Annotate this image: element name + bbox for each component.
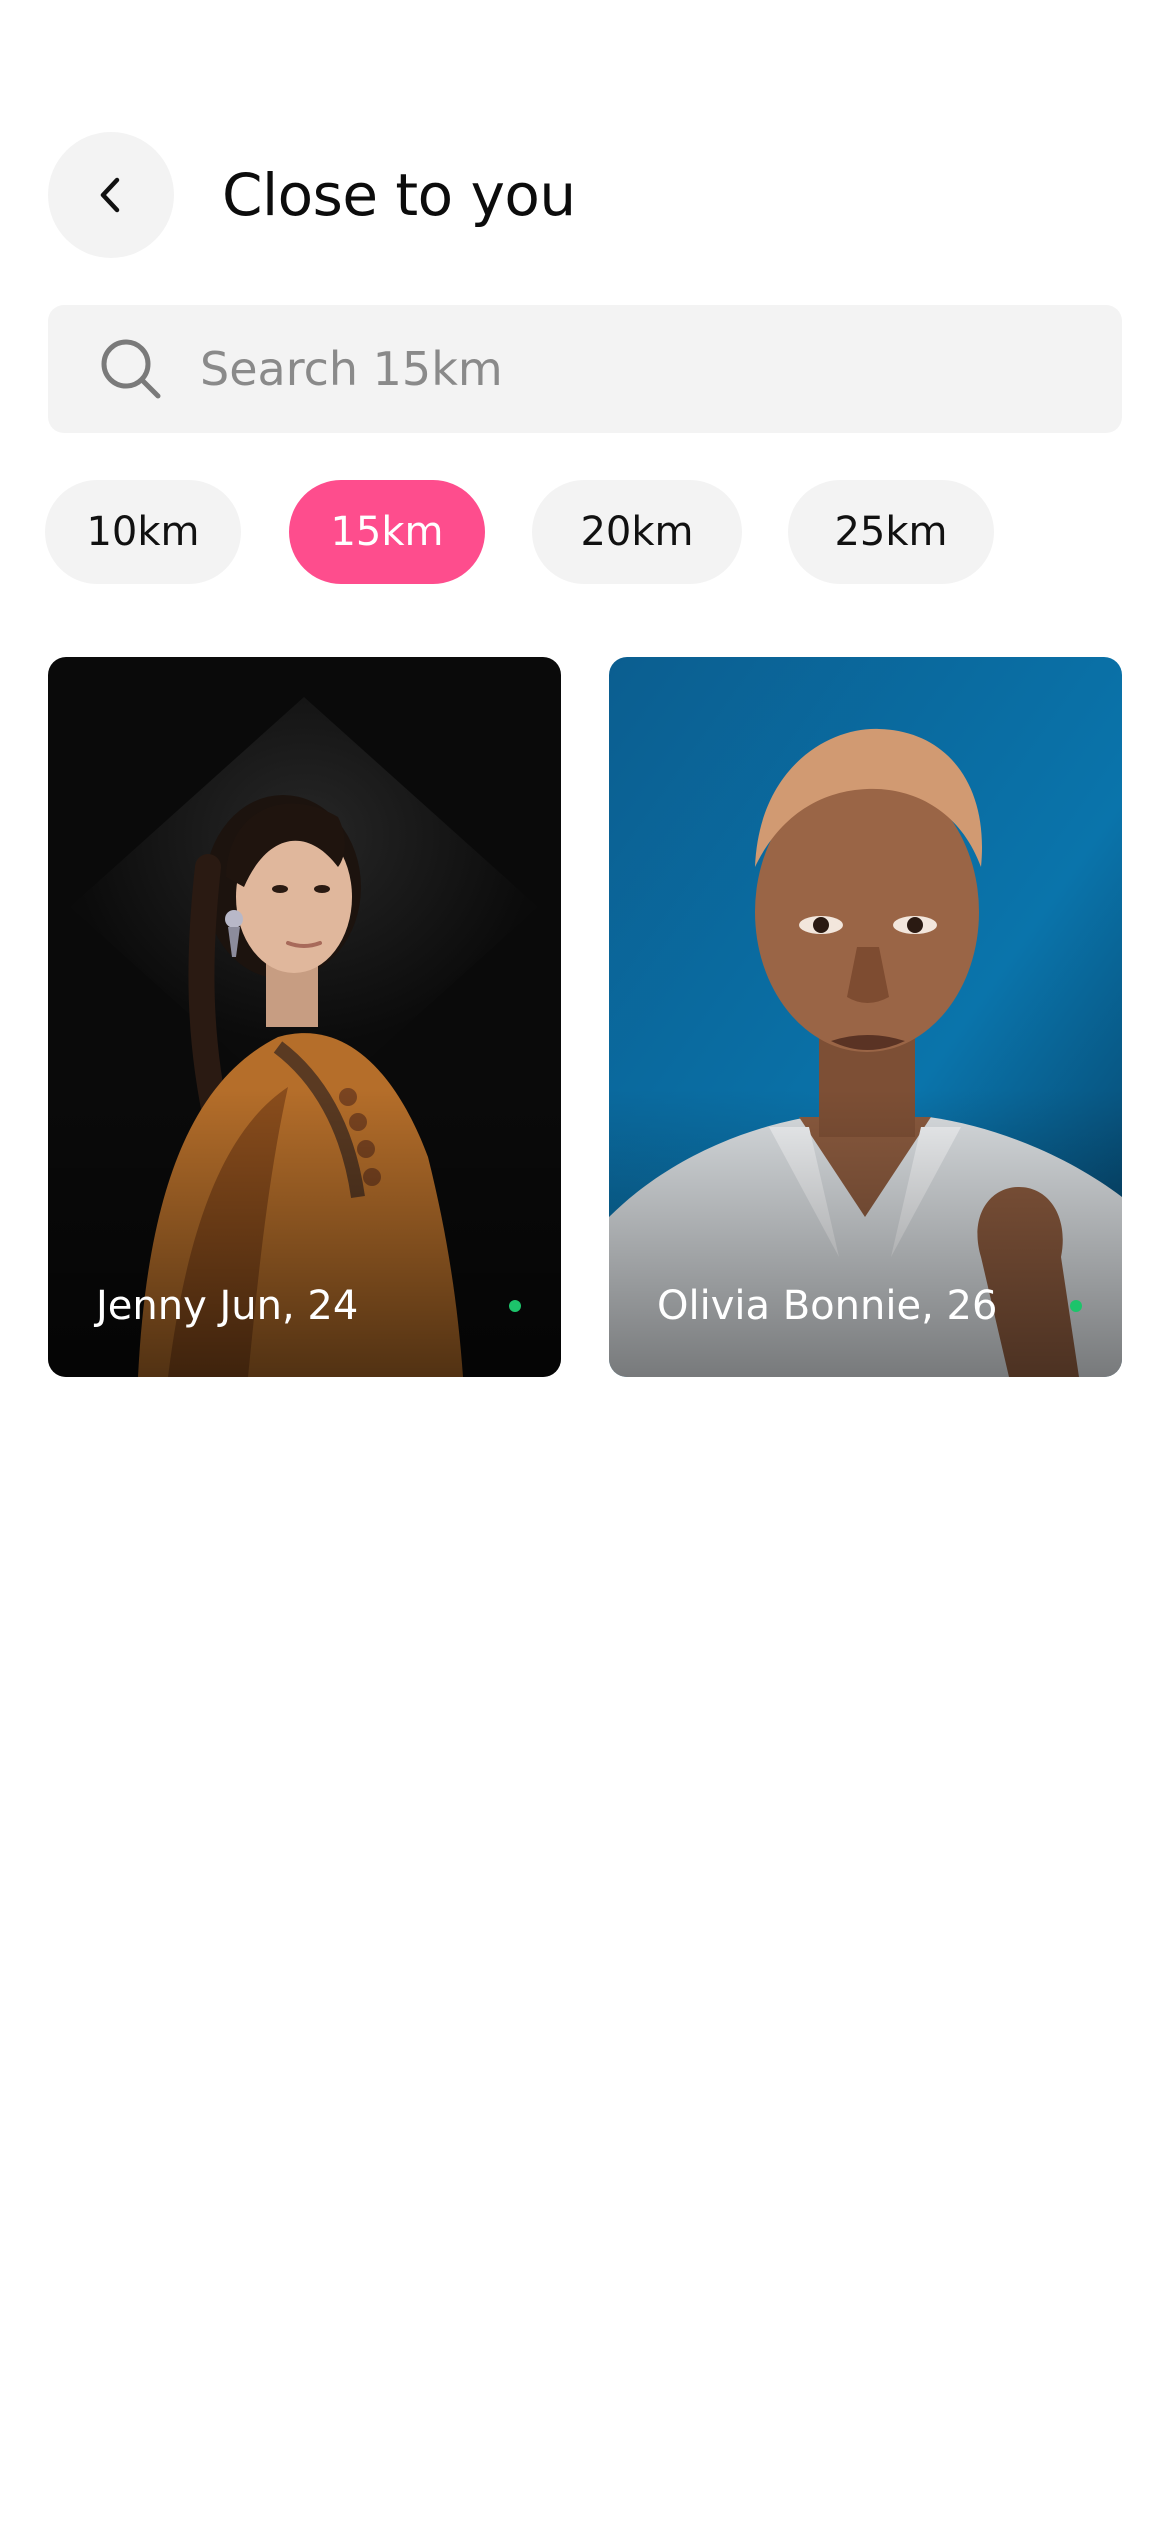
- profile-caption: Olivia Bonnie, 26: [657, 1283, 1082, 1329]
- profile-name: Jenny Jun, 24: [96, 1283, 359, 1329]
- search-bar[interactable]: [48, 305, 1122, 433]
- search-input[interactable]: [200, 342, 1000, 396]
- page-title: Close to you: [222, 161, 576, 229]
- profile-card[interactable]: Jenny Jun, 24: [48, 657, 561, 1377]
- online-status-dot: [509, 1300, 521, 1312]
- filter-chip-15km[interactable]: 15km: [289, 480, 485, 584]
- filter-chip-25km[interactable]: 25km: [788, 480, 994, 584]
- chevron-left-icon: [100, 177, 120, 213]
- search-icon: [98, 336, 164, 402]
- profile-photo: [48, 657, 561, 1377]
- profile-card[interactable]: Olivia Bonnie, 26: [609, 657, 1122, 1377]
- profile-name: Olivia Bonnie, 26: [657, 1283, 998, 1329]
- filter-chip-10km[interactable]: 10km: [45, 480, 241, 584]
- profile-caption: Jenny Jun, 24: [96, 1283, 521, 1329]
- filter-chip-20km[interactable]: 20km: [532, 480, 742, 584]
- header: Close to you: [48, 132, 1122, 258]
- back-button[interactable]: [48, 132, 174, 258]
- online-status-dot: [1070, 1300, 1082, 1312]
- profile-photo: [609, 657, 1122, 1377]
